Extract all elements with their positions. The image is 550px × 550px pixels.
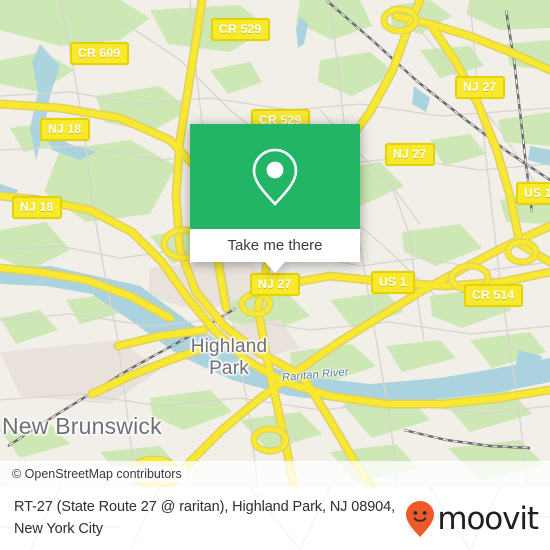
road-shield-nj-27-south[interactable]: NJ 27 — [250, 273, 300, 296]
road-shield-us-1-south[interactable]: US 1 — [371, 271, 415, 294]
map-attribution-bar: © OpenStreetMap contributors — [0, 461, 550, 487]
road-shield-cr-609[interactable]: CR 609 — [70, 42, 129, 65]
popup-pointer-tail — [265, 262, 285, 273]
road-shield-nj-18-west[interactable]: NJ 18 — [12, 196, 62, 219]
map-canvas[interactable]: Highland Park New Brunswick Raritan Rive… — [0, 0, 550, 487]
road-shield-cr-529-north[interactable]: CR 529 — [211, 18, 270, 41]
map-screenshot-root: Highland Park New Brunswick Raritan Rive… — [0, 0, 550, 550]
openstreetmap-attribution[interactable]: © OpenStreetMap contributors — [12, 466, 186, 482]
road-shield-cr-514[interactable]: CR 514 — [464, 284, 523, 307]
moovit-brand[interactable]: moovit — [405, 500, 539, 538]
moovit-wordmark: moovit — [437, 500, 539, 537]
popup-header — [190, 124, 360, 229]
road-shield-nj-18-north[interactable]: NJ 18 — [40, 118, 90, 141]
location-popup-card[interactable]: Take me there — [190, 124, 360, 273]
map-pin-icon — [249, 145, 301, 209]
popup-action-bar[interactable]: Take me there — [190, 229, 360, 262]
road-shield-nj-27-mid[interactable]: NJ 27 — [385, 143, 435, 166]
take-me-there-label: Take me there — [227, 237, 323, 254]
moovit-pin-smile-icon — [405, 500, 435, 538]
stop-address-text: RT-27 (State Route 27 @ raritan), Highla… — [14, 499, 396, 537]
footer-bar: RT-27 (State Route 27 @ raritan), Highla… — [0, 487, 550, 550]
road-shield-us-1-east[interactable]: US 1 — [516, 182, 550, 205]
road-shield-nj-27-north[interactable]: NJ 27 — [455, 76, 505, 99]
